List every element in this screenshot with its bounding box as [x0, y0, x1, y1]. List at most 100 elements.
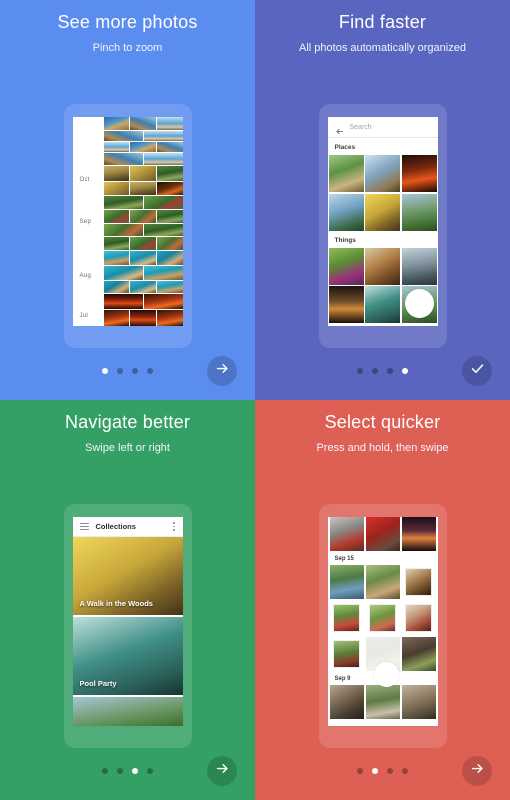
photo-thumbnail[interactable] — [365, 286, 400, 323]
photo-row[interactable] — [103, 237, 183, 250]
arrow-right-icon — [470, 761, 485, 781]
phone-mockup: Oct Sep Aug Jul — [63, 104, 192, 348]
collection-card-label: A Walk in the Woods — [79, 599, 153, 608]
photo-cell[interactable] — [401, 637, 436, 671]
timeline-month-label: Sep — [79, 219, 92, 225]
photo-thumbnail[interactable] — [365, 247, 400, 285]
photo-cell-selected[interactable] — [329, 637, 364, 671]
photo-grid-top[interactable] — [328, 517, 438, 551]
photo-thumbnail[interactable] — [328, 193, 364, 231]
collection-card[interactable] — [72, 697, 183, 726]
touch-indicator — [373, 662, 399, 687]
photo-thumbnail[interactable] — [328, 286, 364, 323]
photo-thumbnail[interactable] — [328, 155, 364, 192]
timeline-month-label: Jul — [79, 313, 89, 319]
arrow-left-icon[interactable] — [335, 123, 344, 134]
photo-thumbnail[interactable] — [401, 193, 437, 231]
photo-thumbnail[interactable] — [365, 155, 400, 192]
arrow-right-icon — [215, 761, 230, 781]
phone-mockup: Search Places Things — [318, 104, 447, 348]
photo-thumbnail[interactable] — [328, 247, 364, 285]
collection-card[interactable]: Pool Party — [72, 617, 183, 695]
photo-cell-selected[interactable] — [329, 601, 364, 635]
photo-cell-selected[interactable] — [401, 601, 436, 635]
photo-row[interactable] — [103, 141, 183, 153]
photo-row[interactable] — [103, 280, 183, 294]
photo-timeline[interactable]: Oct Sep Aug Jul — [72, 117, 183, 326]
done-button[interactable] — [462, 356, 492, 386]
hamburger-icon[interactable] — [79, 523, 89, 530]
photo-grid-sep-15[interactable] — [328, 565, 438, 671]
photo-row[interactable] — [103, 181, 183, 196]
photo-cell[interactable] — [401, 685, 436, 719]
photo-row[interactable] — [103, 266, 183, 280]
photo-cell-selected[interactable] — [365, 601, 400, 635]
photo-row[interactable] — [103, 224, 183, 237]
page-dot[interactable] — [117, 368, 123, 374]
page-dot[interactable] — [102, 768, 108, 774]
photo-cell[interactable] — [365, 517, 400, 551]
photo-thumbnail[interactable] — [365, 193, 400, 231]
photo-cell[interactable] — [329, 685, 364, 719]
page-dot[interactable] — [117, 768, 123, 774]
search-bar[interactable]: Search — [327, 117, 438, 138]
timeline-month-label: Oct — [79, 177, 90, 183]
photo-row[interactable] — [103, 166, 183, 181]
page-dot[interactable] — [147, 368, 153, 374]
photo-cell[interactable] — [329, 565, 364, 599]
section-heading-things: Things — [327, 230, 438, 248]
page-dot[interactable] — [372, 768, 378, 774]
page-dot[interactable] — [372, 368, 378, 374]
date-header: Sep 15 — [327, 551, 438, 565]
panel-select-quicker: Select quicker Press and hold, then swip… — [255, 400, 510, 800]
photo-row[interactable] — [103, 209, 183, 224]
places-photo-grid[interactable] — [328, 155, 438, 231]
photo-row[interactable] — [103, 196, 183, 209]
page-dot[interactable] — [402, 368, 408, 374]
page-title: See more photos — [57, 12, 198, 32]
check-icon — [470, 361, 485, 381]
photo-cell[interactable] — [365, 565, 400, 599]
section-heading-places: Places — [327, 138, 438, 155]
page-dot[interactable] — [147, 768, 153, 774]
photo-cell[interactable] — [365, 685, 400, 719]
photo-row[interactable] — [103, 250, 183, 266]
photo-row[interactable] — [103, 153, 183, 166]
page-dot[interactable] — [387, 368, 393, 374]
phone-screen: Search Places Things — [327, 117, 438, 326]
app-bar: Collections — [72, 517, 183, 537]
page-dot[interactable] — [102, 368, 108, 374]
page-dot[interactable] — [357, 768, 363, 774]
collection-card[interactable]: A Walk in the Woods — [72, 537, 183, 615]
page-dot[interactable] — [357, 368, 363, 374]
page-dot[interactable] — [402, 768, 408, 774]
photo-cell[interactable] — [401, 517, 436, 551]
arrow-right-icon — [215, 361, 230, 381]
next-button[interactable] — [207, 756, 237, 786]
page-dot[interactable] — [132, 768, 138, 774]
page-dot[interactable] — [132, 368, 138, 374]
panel-navigate-better: Navigate better Swipe left or right Coll… — [0, 400, 255, 800]
page-dot[interactable] — [387, 768, 393, 774]
photo-cell-selected[interactable] — [401, 565, 436, 599]
page-title: Navigate better — [64, 412, 191, 432]
next-button[interactable] — [207, 356, 237, 386]
phone-screen: Collections A Walk in the Woods Pool Par… — [72, 517, 183, 726]
photo-grid-sep-9[interactable] — [328, 685, 438, 719]
page-title: Find faster — [338, 12, 427, 32]
timeline-month-rail: Oct Sep Aug Jul — [72, 117, 104, 326]
photo-row[interactable] — [103, 309, 183, 326]
photo-thumbnail[interactable] — [401, 155, 437, 192]
photo-row[interactable] — [103, 130, 183, 141]
photo-row[interactable] — [103, 117, 183, 130]
kebab-menu-icon[interactable] — [173, 522, 176, 531]
search-input[interactable]: Search — [350, 124, 372, 131]
timeline-photo-grid[interactable] — [103, 117, 183, 326]
next-button[interactable] — [462, 756, 492, 786]
app-bar-title: Collections — [95, 522, 136, 531]
photo-row[interactable] — [103, 294, 183, 309]
page-title: Select quicker — [324, 412, 441, 432]
photo-cell[interactable] — [329, 517, 364, 551]
photo-thumbnail[interactable] — [401, 247, 437, 285]
phone-screen: Oct Sep Aug Jul — [72, 117, 183, 326]
